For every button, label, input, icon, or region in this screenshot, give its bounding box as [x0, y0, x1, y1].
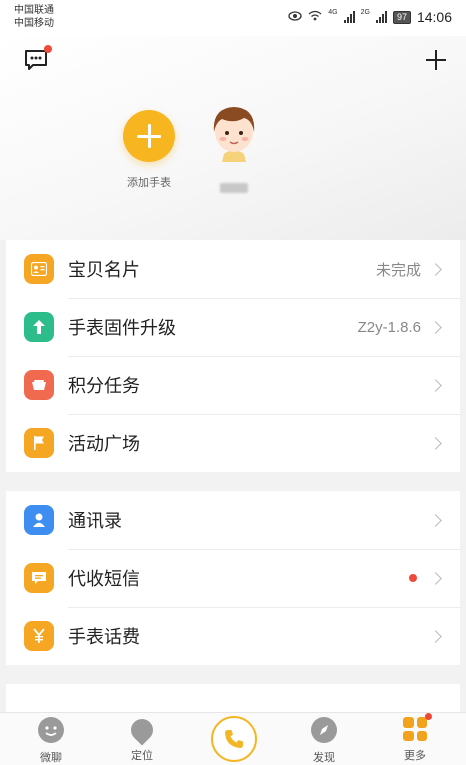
message-badge-dot — [44, 45, 52, 53]
location-pin-icon — [126, 714, 158, 746]
wifi-icon — [308, 10, 322, 24]
menu-item-label: 通讯录 — [68, 511, 122, 531]
menu-item-baby-card[interactable]: 宝贝名片 未完成 — [6, 240, 460, 298]
menu-item-value: 未完成 — [375, 261, 421, 279]
arrow-up-icon — [24, 312, 54, 342]
menu-item-label: 活动广场 — [68, 434, 140, 454]
status-bar: 中国联通 中国移动 4G 2G 97 14:06 — [0, 0, 466, 36]
battery-indicator: 97 — [392, 10, 411, 24]
eye-comfort-icon — [288, 10, 302, 24]
status-time: 14:06 — [416, 9, 452, 25]
child-name-blurred — [220, 183, 248, 193]
carrier-2: 中国移动 — [14, 18, 54, 29]
chevron-right-icon — [429, 320, 442, 334]
yen-icon — [24, 621, 54, 651]
tab-weiliao[interactable]: 微聊 — [21, 717, 81, 765]
unread-dot — [409, 574, 417, 582]
phone-icon — [225, 730, 243, 748]
chevron-right-icon — [429, 571, 442, 585]
tab-gengduo[interactable]: 更多 — [385, 713, 445, 763]
plus-icon[interactable] — [426, 50, 446, 70]
menu-item-label: 手表话费 — [68, 627, 140, 647]
status-indicators: 4G 2G 97 14:06 — [288, 9, 452, 25]
menu-item-label: 积分任务 — [68, 376, 140, 396]
call-button[interactable] — [211, 716, 257, 762]
chat-face-icon — [38, 717, 64, 743]
menu-item-label: 代收短信 — [68, 569, 140, 589]
menu-item-contacts[interactable]: 通讯录 — [6, 491, 460, 549]
menu-item-firmware-upgrade[interactable]: 手表固件升级 Z2y-1.8.6 — [6, 298, 460, 356]
tab-label: 微聊 — [40, 752, 62, 764]
add-watch-label: 添加手表 — [127, 177, 171, 189]
carrier-1: 中国联通 — [14, 5, 54, 16]
compass-icon — [311, 717, 337, 743]
menu-group-2: 通讯录 代收短信 手表话费 — [6, 491, 460, 665]
child-avatar — [213, 107, 255, 162]
chevron-right-icon — [429, 629, 442, 643]
coin-icon — [24, 370, 54, 400]
add-watch-plus-icon — [123, 110, 175, 162]
signal-1-icon — [343, 11, 355, 23]
menu-item-value: Z2y-1.8.6 — [357, 318, 421, 336]
tab-faxian[interactable]: 发现 — [294, 717, 354, 765]
child-profile[interactable] — [206, 102, 262, 193]
menu-item-activity-square[interactable]: 活动广场 — [6, 414, 460, 472]
menu-item-sms-collection[interactable]: 代收短信 — [6, 549, 460, 607]
contact-icon — [24, 505, 54, 535]
menu-item-steps[interactable]: 计步 — [6, 684, 460, 714]
grid-icon — [403, 713, 432, 741]
chevron-right-icon — [429, 262, 442, 276]
more-badge-dot — [425, 713, 432, 720]
tab-label: 发现 — [313, 752, 335, 764]
chevron-right-icon — [429, 378, 442, 392]
network-1-label: 4G — [328, 9, 338, 16]
tab-dingwei[interactable]: 定位 — [112, 714, 172, 763]
add-watch-button[interactable]: 添加手表 — [112, 110, 186, 190]
id-card-icon — [24, 254, 54, 284]
menu-group-3: 计步 — [6, 684, 460, 714]
menu-item-watch-phone-bill[interactable]: 手表话费 — [6, 607, 460, 665]
menu-item-label: 手表固件升级 — [68, 318, 176, 338]
sms-icon — [24, 563, 54, 593]
tab-label: 更多 — [404, 750, 426, 762]
flag-icon — [24, 428, 54, 458]
tab-label: 定位 — [131, 750, 153, 762]
message-button[interactable] — [24, 45, 52, 71]
signal-2-icon — [375, 11, 387, 23]
menu-item-points-tasks[interactable]: 积分任务 — [6, 356, 460, 414]
chevron-right-icon — [429, 513, 442, 527]
network-2-label: 2G — [360, 9, 370, 16]
menu-item-label: 宝贝名片 — [68, 260, 140, 280]
profile-header: 添加手表 — [0, 36, 466, 240]
message-icon — [25, 50, 47, 70]
menu-group-1: 宝贝名片 未完成 手表固件升级 Z2y-1.8.6 积分任务 活动广场 — [6, 240, 460, 472]
chevron-right-icon — [429, 436, 442, 450]
